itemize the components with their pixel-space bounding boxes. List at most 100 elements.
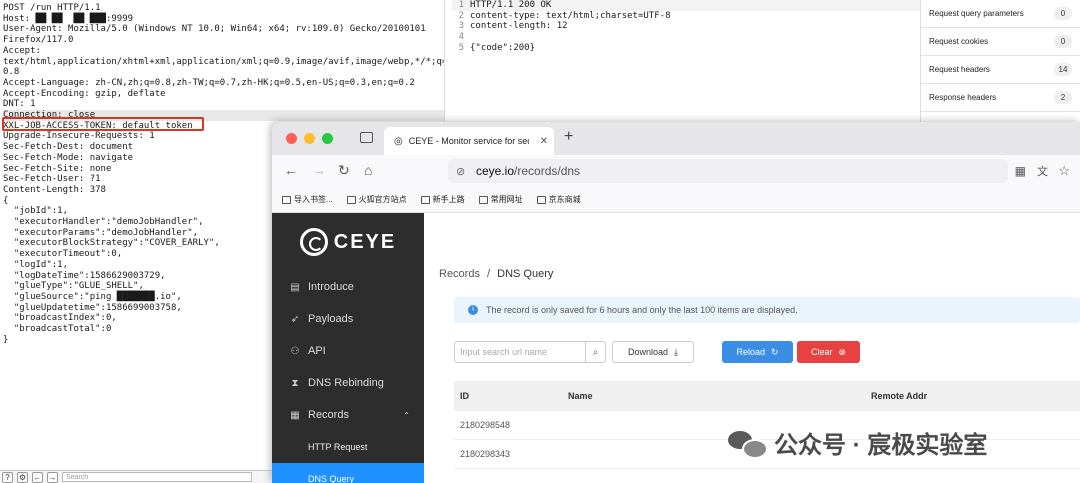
- tab-list-icon[interactable]: [360, 132, 373, 143]
- lock-icon: ⊘: [456, 165, 466, 178]
- cell-id: 2180298548: [460, 420, 511, 430]
- search-url-input[interactable]: Input search url name ⌕: [454, 341, 606, 363]
- clear-button[interactable]: Clear ⊗: [797, 341, 860, 363]
- inspector-row[interactable]: Request query parameters 0: [921, 0, 1080, 28]
- back-arrow-icon[interactable]: ←: [32, 471, 43, 483]
- breadcrumb-records[interactable]: Records: [439, 268, 480, 280]
- rocket-icon: ➶: [290, 313, 300, 325]
- minimize-window-icon[interactable]: [304, 133, 315, 144]
- download-label: Download: [627, 347, 669, 357]
- response-line: 2 content-type: text/html;charset=UTF-8: [452, 11, 920, 22]
- menu-item-records[interactable]: ▦ Records ⌃: [272, 399, 424, 431]
- request-line: User-Agent: Mozilla/5.0 (Windows NT 10.0…: [3, 24, 426, 35]
- bookmark-label: 京东商城: [548, 195, 581, 204]
- submenu-item-http-request[interactable]: HTTP Request: [272, 431, 424, 463]
- response-line-text: content-length: 12: [470, 21, 568, 32]
- settings-icon[interactable]: ⚙: [17, 471, 28, 483]
- info-notice: i The record is only saved for 6 hours a…: [454, 297, 1080, 323]
- menu-item-api[interactable]: ⚇ API: [272, 335, 424, 367]
- column-header-remote-addr[interactable]: Remote Addr: [871, 391, 1080, 401]
- download-icon: ⤓: [674, 346, 678, 357]
- back-icon[interactable]: ←: [284, 162, 298, 178]
- line-number: 5: [458, 42, 464, 53]
- wechat-icon: [728, 429, 768, 459]
- submenu-item-dns-query[interactable]: DNS Query: [272, 463, 424, 483]
- bookmark-item[interactable]: 导入书签...: [282, 194, 333, 205]
- translate-icon[interactable]: 文: [1037, 163, 1048, 179]
- tab-ceye[interactable]: ◎ CEYE - Monitor service for secu ✕: [384, 127, 554, 155]
- api-icon: ⚇: [290, 345, 300, 357]
- column-header-id[interactable]: ID: [454, 391, 568, 401]
- help-icon[interactable]: ?: [2, 471, 13, 483]
- table-header: ID Name Remote Addr: [454, 381, 1080, 411]
- request-line: Accept-Language: zh-CN,zh;q=0.8,zh-TW;q=…: [3, 77, 415, 88]
- inspector-row-label: Request headers: [929, 65, 990, 74]
- response-line-text: content-type: text/html;charset=UTF-8: [470, 10, 671, 21]
- menu-item-label: DNS Rebinding: [308, 377, 384, 389]
- bookmark-star-icon[interactable]: ☆: [1058, 163, 1070, 179]
- close-tab-icon[interactable]: ✕: [540, 136, 548, 147]
- ceye-sidebar: CEYE ▤ Introduce ➶ Payloads ⚇ API ⧗ DNS Rebindi…: [272, 213, 424, 483]
- close-window-icon[interactable]: [286, 133, 297, 144]
- line-number: 3: [458, 21, 464, 32]
- url-bar[interactable]: ⊘ ceye.io/records/dns ▦ 文 ☆: [448, 159, 1070, 183]
- hourglass-icon: ⧗: [291, 377, 299, 389]
- reload-page-icon[interactable]: ↻: [338, 162, 350, 179]
- search-icon[interactable]: ⌕: [585, 342, 605, 362]
- breadcrumb-separator: /: [487, 268, 491, 280]
- reload-label: Reload: [736, 347, 765, 357]
- new-tab-icon[interactable]: +: [564, 128, 573, 146]
- request-line: Accept-Encoding: gzip, deflate: [3, 88, 166, 99]
- qr-code-icon[interactable]: ▦: [1015, 164, 1026, 178]
- breadcrumb: Records / DNS Query: [439, 268, 553, 280]
- ceye-logo-icon: [299, 228, 328, 256]
- line-number: 1: [458, 0, 464, 10]
- response-viewer[interactable]: 1 HTTP/1.1 200 OK 2 content-type: text/html…: [452, 0, 920, 122]
- folder-icon: [420, 195, 430, 204]
- menu-item-dns-rebinding[interactable]: ⧗ DNS Rebinding: [272, 367, 424, 399]
- bookmark-item[interactable]: 京东商城: [536, 194, 581, 205]
- folder-icon: [282, 195, 291, 204]
- home-icon[interactable]: ⌂: [364, 162, 372, 178]
- tab-bar: ◎ CEYE - Monitor service for secu ✕ +: [272, 122, 1080, 155]
- search-url-placeholder: Input search url name: [460, 347, 548, 357]
- download-button[interactable]: Download ⤓: [612, 341, 694, 363]
- folder-icon: [478, 195, 488, 204]
- inspector-row[interactable]: Request cookies 0: [921, 28, 1080, 56]
- request-line: DNT: 1: [3, 99, 36, 110]
- bookmarks-bar: 导入书签... 火狐官方站点 新手上路 常用网址 京东商城: [272, 187, 1080, 213]
- forward-icon[interactable]: →: [312, 162, 326, 178]
- column-header-name[interactable]: Name: [568, 391, 871, 401]
- watermark-text: 公众号 · 宸极实验室: [774, 432, 988, 459]
- bookmark-label: 常用网址: [490, 195, 523, 204]
- inspector-row-count: 0: [1054, 35, 1072, 48]
- ceye-favicon-icon: ◎: [394, 135, 403, 147]
- bookmark-item[interactable]: 常用网址: [478, 194, 523, 205]
- response-line-text: HTTP/1.1 200 OK: [470, 0, 552, 10]
- request-line: POST /run HTTP/1.1: [3, 3, 101, 13]
- forward-arrow-icon[interactable]: →: [47, 471, 58, 483]
- inspector-row[interactable]: Request headers 14: [921, 56, 1080, 84]
- reload-button[interactable]: Reload ↻: [722, 341, 793, 363]
- maximize-window-icon[interactable]: [322, 133, 333, 144]
- info-icon: i: [468, 305, 478, 315]
- request-search-input[interactable]: Search: [62, 472, 252, 482]
- url-path: /records/dns: [514, 164, 581, 178]
- bookmark-item[interactable]: 新手上路: [420, 194, 465, 205]
- request-toolbar: ? ⚙ ← → Search: [0, 470, 272, 483]
- breadcrumb-current: DNS Query: [497, 268, 554, 280]
- bookmark-item[interactable]: 火狐官方站点: [346, 194, 407, 205]
- folder-icon: [536, 195, 546, 204]
- menu-item-introduce[interactable]: ▤ Introduce: [272, 271, 424, 303]
- menu-item-label: Payloads: [308, 313, 354, 325]
- response-line: 5 {"code":200}: [452, 43, 920, 54]
- inspector-row-label: Response headers: [929, 93, 997, 102]
- clear-circle-icon: ⊗: [838, 346, 847, 357]
- menu-item-payloads[interactable]: ➶ Payloads: [272, 303, 424, 335]
- bookmark-label: 火狐官方站点: [358, 195, 407, 204]
- request-line: Firefox/117.0: [3, 35, 74, 46]
- inspector-row[interactable]: Response headers 2: [921, 84, 1080, 112]
- inspector-row-count: 0: [1054, 7, 1072, 20]
- logo-text: CEYE: [333, 230, 397, 253]
- response-line-text: {"code":200}: [470, 42, 536, 53]
